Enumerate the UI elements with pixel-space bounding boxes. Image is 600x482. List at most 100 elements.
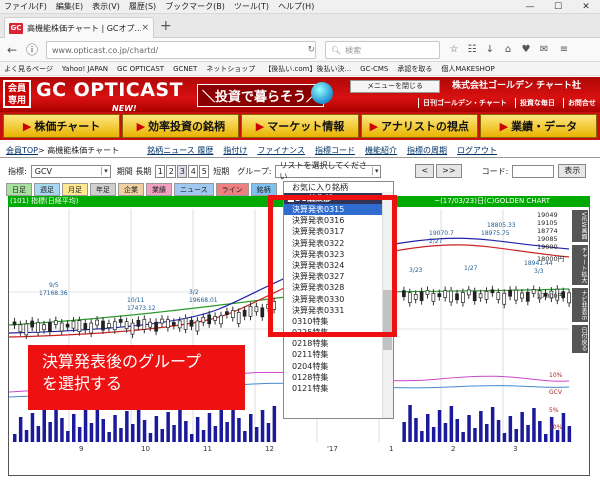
candle-body — [225, 311, 229, 315]
bookmark-item[interactable]: 承認を取る — [397, 64, 432, 74]
view-tab[interactable]: 業績 — [146, 183, 172, 196]
site-logo[interactable]: GC OPTICAST — [36, 79, 183, 101]
close-icon[interactable]: ✕ — [572, 0, 600, 14]
header-link[interactable]: 日刊ゴールデン・チャート — [418, 98, 507, 108]
hamburger-menu-icon[interactable]: ≡ — [556, 42, 572, 58]
next-button[interactable]: >> — [436, 164, 462, 178]
candle-body — [130, 322, 135, 335]
bookmark-item[interactable]: ネットショップ — [206, 64, 255, 74]
bookmark-item[interactable]: GC-CMS — [360, 65, 388, 73]
menu-item[interactable]: 履歴(S) — [129, 1, 156, 12]
candle-body — [525, 291, 530, 302]
bookmark-item[interactable]: 個人MAKESHOP — [441, 64, 494, 74]
main-nav-tab[interactable]: ▶ アナリストの視点 — [360, 114, 478, 138]
info-icon[interactable]: ⓘ — [24, 42, 40, 58]
url-bar[interactable]: www.opticast.co.jp/chartd/ ↻ — [46, 41, 316, 59]
reload-icon[interactable]: ↻ — [307, 45, 315, 55]
utility-link[interactable]: ファイナンス — [257, 145, 305, 156]
view-tab[interactable]: 日足 — [6, 183, 32, 196]
chat-icon[interactable]: ✉ — [536, 42, 552, 58]
utility-link[interactable]: ログアウト — [457, 145, 497, 156]
indicator-select[interactable]: GCV ▾ — [30, 164, 111, 178]
view-tab[interactable]: ニュース — [174, 183, 214, 196]
dropdown-option[interactable]: 0211特集 — [284, 349, 393, 360]
minimize-icon[interactable]: — — [516, 0, 544, 14]
view-tab[interactable]: 年足 — [90, 183, 116, 196]
volume-bar — [136, 407, 141, 442]
period-button[interactable]: 5 — [199, 164, 210, 178]
view-tab[interactable]: ライン — [215, 183, 249, 196]
volume-bar — [101, 419, 105, 442]
breadcrumb-home[interactable]: 会員TOP — [6, 145, 38, 156]
utility-link[interactable]: 指標の周期 — [407, 145, 447, 156]
volume-bar — [426, 414, 430, 442]
volume-bar — [496, 420, 501, 442]
dropdown-option[interactable]: 0218特集 — [284, 338, 393, 349]
main-nav-tab[interactable]: ▶ マーケット情報 — [241, 114, 359, 138]
bookmark-item[interactable]: よく見るページ — [4, 64, 53, 74]
star-icon[interactable]: ☆ — [446, 42, 462, 58]
pocket-icon[interactable]: ♥ — [518, 42, 534, 58]
dropdown-option[interactable]: 0128特集 — [284, 372, 393, 383]
close-menu-button[interactable]: メニューを閉じる — [350, 80, 440, 93]
period-button[interactable]: 4 — [188, 164, 199, 178]
prev-button[interactable]: < — [415, 164, 435, 178]
download-icon[interactable]: ↓ — [482, 42, 498, 58]
home-icon[interactable]: ⌂ — [500, 42, 516, 58]
bookmark-item[interactable]: 【後払い.com】後払い決... — [264, 64, 351, 74]
candle-body — [413, 294, 418, 300]
bookmark-item[interactable]: Yahoo! JAPAN — [62, 65, 108, 73]
main-nav-tab[interactable]: ▶ 業績・データ — [479, 114, 598, 138]
group-select[interactable]: リストを選択してください ▾ — [275, 161, 382, 181]
code-input[interactable] — [512, 164, 555, 178]
bookmark-item[interactable]: GCNET — [173, 65, 197, 73]
menu-item[interactable]: 表示(V) — [92, 1, 120, 12]
volume-bar — [254, 427, 259, 442]
chart-side-button[interactable]: VIEW画面 — [572, 210, 588, 242]
menu-item[interactable]: 編集(E) — [56, 1, 83, 12]
candle-body — [177, 320, 182, 329]
dropdown-option[interactable]: 0121特集 — [284, 383, 393, 394]
back-icon[interactable]: ← — [4, 42, 20, 58]
header-link[interactable]: お問合せ — [562, 98, 596, 108]
period-button[interactable]: 1 — [155, 164, 166, 178]
bookmark-item[interactable]: GC OPTICAST — [117, 65, 164, 73]
dropdown-top-item[interactable]: お気に入り銘柄 — [284, 182, 393, 193]
volume-bar — [449, 406, 454, 442]
utility-link[interactable]: 機能紹介 — [365, 145, 397, 156]
utility-link[interactable]: 銘柄ニュース 履歴 — [147, 145, 213, 156]
menu-item[interactable]: ヘルプ(H) — [278, 1, 314, 12]
chart-side-button[interactable]: 日付戻る — [572, 324, 588, 353]
volume-bar — [437, 410, 442, 442]
menu-item[interactable]: ファイル(F) — [4, 1, 47, 12]
new-tab-button[interactable]: + — [160, 18, 172, 34]
volume-bar — [195, 417, 200, 442]
browser-tab[interactable]: GC 高機能株価チャート | GCオプ... × — [4, 17, 154, 38]
view-tab[interactable]: 週足 — [34, 183, 60, 196]
dropdown-option[interactable]: 0204特集 — [284, 361, 393, 372]
search-input[interactable]: 🔍︎ 検索 — [325, 41, 440, 59]
menu-item[interactable]: ツール(T) — [234, 1, 269, 12]
main-nav-tab[interactable]: ▶ 株価チャート — [3, 114, 121, 138]
volume-bar — [526, 425, 530, 442]
utility-link[interactable]: 指付け — [223, 145, 247, 156]
main-nav-tab[interactable]: ▶ 効率投資の銘柄 — [122, 114, 240, 138]
chart-side-button[interactable]: ナビ非表示 — [572, 287, 588, 322]
volume-bar — [520, 412, 524, 442]
tab-close-icon[interactable]: × — [141, 23, 149, 33]
utility-link[interactable]: 指標コード — [315, 145, 355, 156]
header-link[interactable]: 投資な毎日 — [514, 98, 555, 108]
chart-side-button[interactable]: チャート拡大 — [572, 244, 588, 285]
library-icon[interactable]: ☷ — [464, 42, 480, 58]
period-button[interactable]: 2 — [166, 164, 177, 178]
volume-bar — [119, 428, 123, 442]
view-tab[interactable]: 月足 — [62, 183, 88, 196]
maximize-icon[interactable]: ☐ — [544, 0, 572, 14]
period-button[interactable]: 3 — [177, 164, 188, 178]
x-axis-label: 9 — [79, 445, 83, 453]
view-tab[interactable]: 企業 — [118, 183, 144, 196]
period-buttons: 12345 — [155, 164, 210, 178]
volume-bar — [508, 416, 513, 442]
menu-item[interactable]: ブックマーク(B) — [165, 1, 225, 12]
show-button[interactable]: 表示 — [558, 164, 587, 178]
